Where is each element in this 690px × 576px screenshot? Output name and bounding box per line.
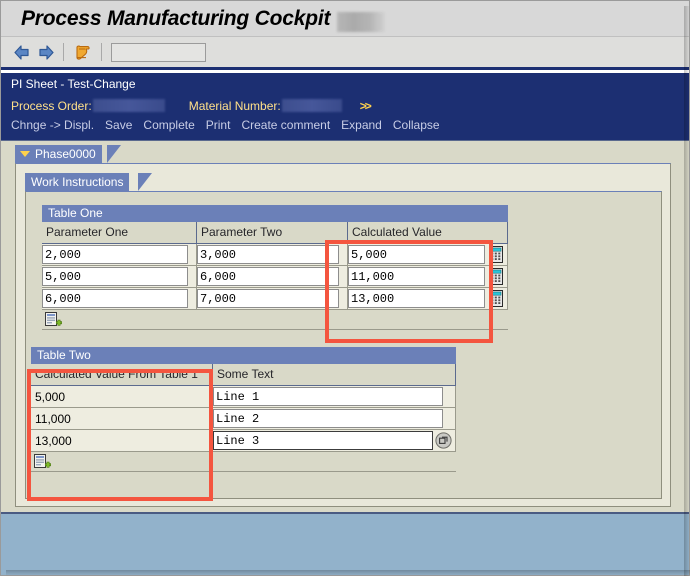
table-row: 13,000 — [31, 430, 456, 452]
table-one-col-calculated-value[interactable]: Calculated Value — [348, 222, 508, 243]
calculated-value-input[interactable] — [348, 245, 485, 264]
table-two-cell-some-text — [213, 408, 456, 430]
title-bar: Process Manufacturing Cockpit — [1, 1, 689, 37]
table-two-cell-some-text — [213, 430, 456, 452]
table-two-footer — [31, 452, 456, 472]
some-text-input[interactable] — [213, 409, 443, 428]
parameter-one-input[interactable] — [42, 245, 188, 264]
link-create-comment[interactable]: Create comment — [241, 118, 330, 132]
calculated-value-readonly: 13,000 — [31, 434, 72, 448]
table-row — [42, 244, 508, 266]
table-two-col-calculated-value-from-table-1[interactable]: Calculated Value From Table 1 — [31, 364, 213, 385]
material-number-label: Material Number: — [189, 99, 281, 113]
parameter-two-input[interactable] — [197, 289, 339, 308]
link-complete[interactable]: Complete — [143, 118, 194, 132]
pi-sheet-body: Phase0000 Work Instructions Table One Pa… — [1, 140, 689, 512]
browser-toolbar — [1, 37, 689, 70]
calculator-icon[interactable] — [488, 290, 504, 307]
table-two: Table Two Calculated Value From Table 1 … — [31, 347, 456, 472]
table-row: 11,000 — [31, 408, 456, 430]
table-one-cell-calculated-value — [348, 288, 508, 310]
table-one-cell-calculated-value — [348, 266, 508, 288]
table-one-header-row: Parameter One Parameter Two Calculated V… — [42, 222, 508, 244]
calculated-value-readonly: 11,000 — [31, 412, 71, 426]
table-two-caption: Table Two — [31, 347, 456, 364]
table-row — [42, 288, 508, 310]
table-two-cell-calculated-value: 11,000 — [31, 408, 213, 430]
scroll-document-icon[interactable] — [74, 44, 92, 62]
pi-sheet-header: PI Sheet - Test-Change Process Order: Mat… — [1, 73, 689, 140]
some-text-input[interactable] — [213, 387, 443, 406]
table-one: Table One Parameter One Parameter Two Ca… — [42, 205, 508, 330]
insert-row-icon[interactable] — [45, 312, 62, 328]
table-one-col-parameter-two[interactable]: Parameter Two — [197, 222, 348, 243]
table-one-cell-parameter-two — [197, 244, 348, 266]
tab-work-instructions-label: Work Instructions — [31, 175, 123, 189]
header-action-links: Chnge -> Displ. Save Complete Print Create c… — [11, 118, 451, 132]
window-shadow-right — [684, 6, 690, 576]
arrow-right-icon[interactable] — [37, 44, 55, 61]
process-order-label: Process Order: — [11, 99, 92, 113]
table-one-cell-parameter-one — [42, 288, 197, 310]
tab-work-instructions[interactable]: Work Instructions — [25, 173, 129, 191]
calculated-value-input[interactable] — [348, 267, 485, 286]
parameter-one-input[interactable] — [42, 289, 188, 308]
calculated-value-readonly: 5,000 — [31, 390, 65, 404]
calculated-value-input[interactable] — [348, 289, 485, 308]
table-row — [42, 266, 508, 288]
phase-panel: Work Instructions Table One Parameter On… — [15, 163, 671, 507]
table-two-cell-calculated-value: 13,000 — [31, 430, 213, 452]
table-two-cell-calculated-value: 5,000 — [31, 386, 213, 408]
parameter-two-input[interactable] — [197, 267, 339, 286]
table-one-cell-parameter-two — [197, 288, 348, 310]
tab-phase0000-slant — [107, 145, 121, 163]
title-redacted-mask — [337, 12, 385, 32]
address-input[interactable] — [111, 43, 206, 62]
table-row: 5,000 — [31, 386, 456, 408]
table-two-col-some-text[interactable]: Some Text — [213, 364, 456, 385]
table-two-cell-some-text — [213, 386, 456, 408]
table-one-cell-parameter-one — [42, 244, 197, 266]
link-change-to-display[interactable]: Chnge -> Displ. — [11, 118, 94, 132]
tab-phase0000[interactable]: Phase0000 — [15, 145, 102, 163]
application-window: Process Manufacturing Cockpit PI Sheet — [0, 0, 690, 576]
header-fields: Process Order: Material Number: >> — [11, 97, 370, 114]
material-number-value-mask[interactable] — [282, 99, 342, 112]
more-fields-chevron-icon[interactable]: >> — [360, 99, 370, 113]
triangle-down-icon — [20, 151, 30, 157]
link-collapse[interactable]: Collapse — [393, 118, 440, 132]
tab-work-instructions-slant — [138, 173, 152, 191]
parameter-two-input[interactable] — [197, 245, 339, 264]
link-save[interactable]: Save — [105, 118, 132, 132]
calculator-icon[interactable] — [488, 268, 504, 285]
table-one-cell-parameter-two — [197, 266, 348, 288]
popout-editor-icon[interactable] — [435, 432, 452, 449]
pi-sheet-title: PI Sheet - Test-Change — [11, 77, 136, 91]
table-one-footer — [42, 310, 508, 330]
window-shadow-bottom — [6, 570, 690, 576]
table-one-cell-calculated-value — [348, 244, 508, 266]
table-two-header-row: Calculated Value From Table 1 Some Text — [31, 364, 456, 386]
table-one-cell-parameter-one — [42, 266, 197, 288]
arrow-left-icon[interactable] — [13, 44, 31, 61]
tab-phase0000-label: Phase0000 — [35, 147, 96, 161]
work-instructions-panel: Table One Parameter One Parameter Two Ca… — [25, 191, 662, 499]
footer-area — [1, 512, 689, 575]
calculator-icon[interactable] — [488, 246, 504, 263]
link-print[interactable]: Print — [206, 118, 231, 132]
table-one-caption: Table One — [42, 205, 508, 222]
table-one-col-parameter-one[interactable]: Parameter One — [42, 222, 197, 243]
link-expand[interactable]: Expand — [341, 118, 382, 132]
process-order-value-mask[interactable] — [93, 99, 165, 112]
parameter-one-input[interactable] — [42, 267, 188, 286]
insert-row-icon[interactable] — [34, 454, 51, 470]
toolbar-separator — [63, 43, 64, 61]
page-title: Process Manufacturing Cockpit — [21, 7, 330, 31]
toolbar-separator-2 — [101, 43, 102, 61]
some-text-input[interactable] — [213, 431, 433, 450]
